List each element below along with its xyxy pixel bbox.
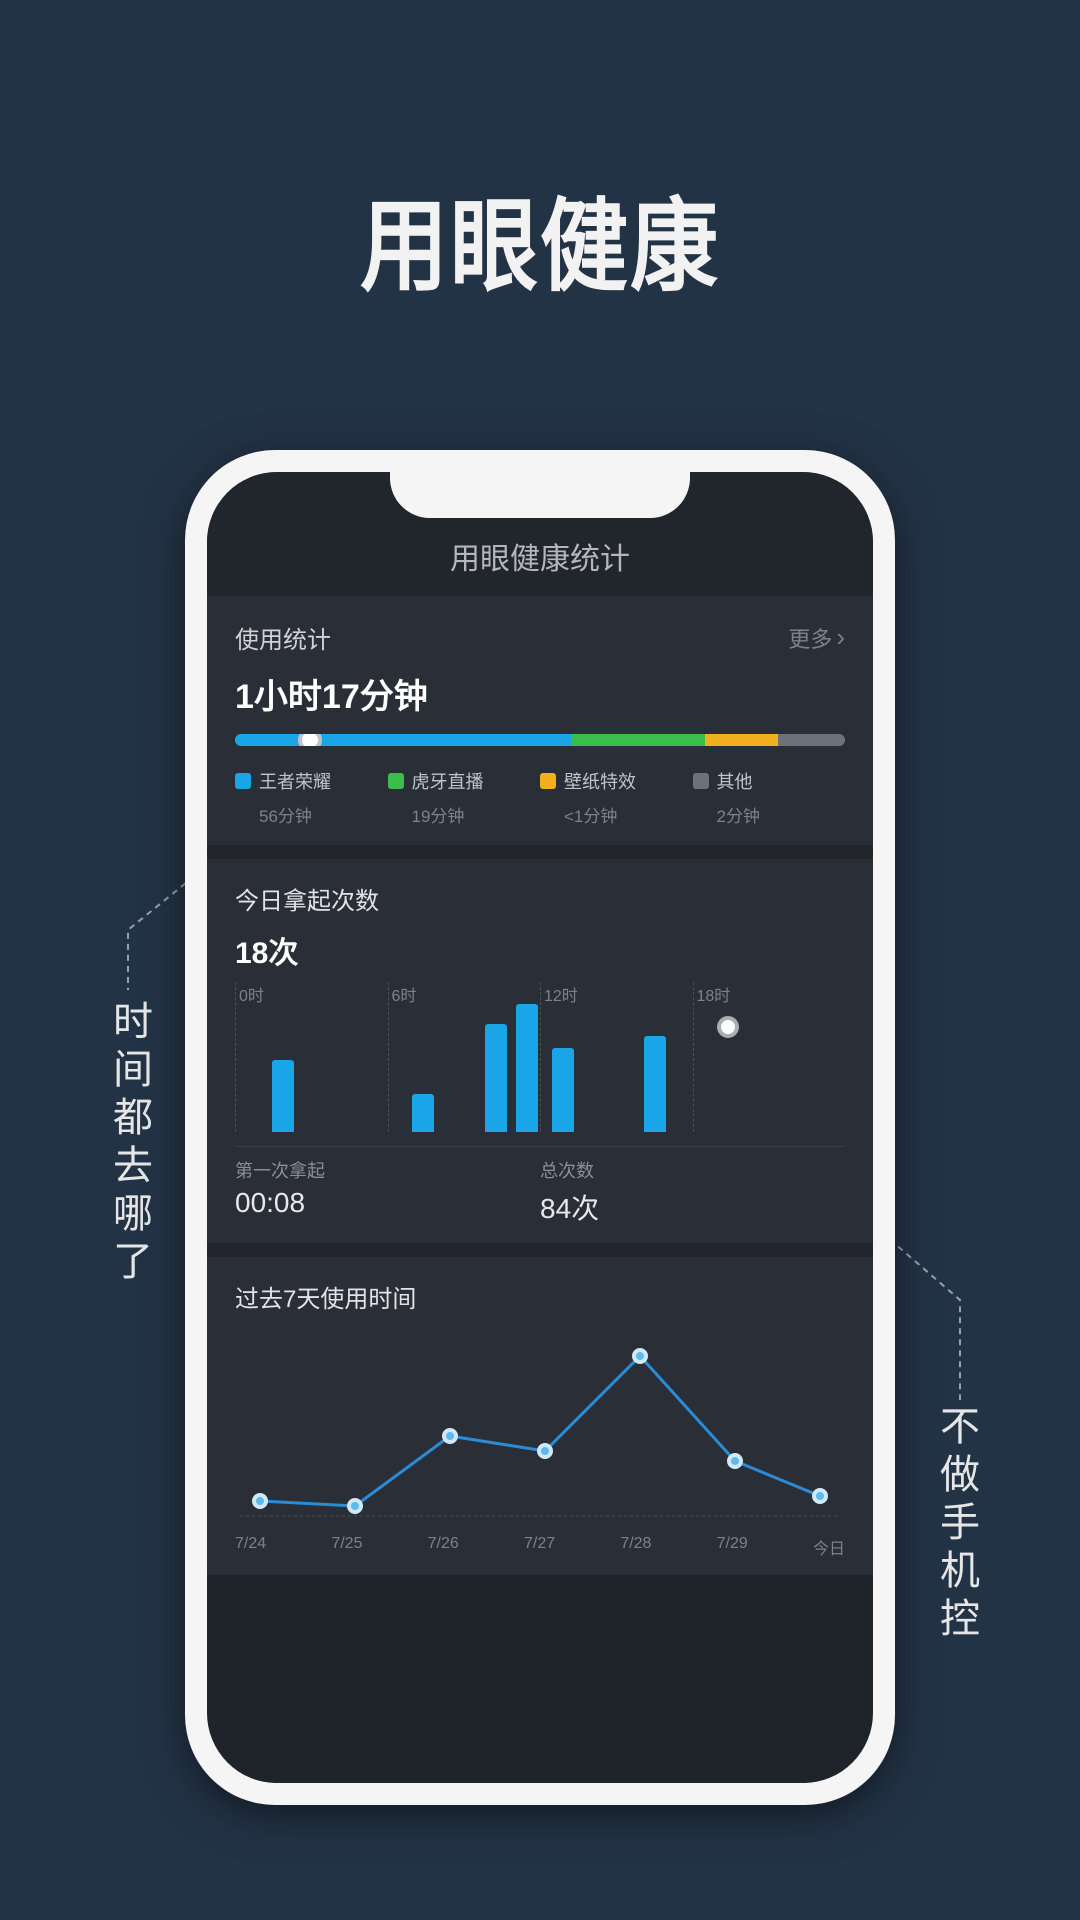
data-bar xyxy=(516,1004,538,1132)
tick-label: 0时 xyxy=(239,982,264,1006)
more-text: 更多 xyxy=(788,622,832,654)
xlabel: 7/24 xyxy=(235,1535,266,1559)
xlabel: 7/29 xyxy=(717,1535,748,1559)
phone-screen: 用眼健康统计 使用统计 更多 1小时17分钟 王者荣耀 xyxy=(207,472,873,1783)
xlabel: 7/28 xyxy=(620,1535,651,1559)
seven-day-line-chart[interactable] xyxy=(235,1326,845,1526)
data-bar xyxy=(485,1024,507,1132)
swatch-icon xyxy=(388,773,404,789)
stat-value: 00:08 xyxy=(235,1187,540,1219)
stat-value: 84次 xyxy=(540,1187,845,1227)
seven-day-title: 过去7天使用时间 xyxy=(235,1279,845,1314)
legend-value: 2分钟 xyxy=(717,802,846,827)
usage-progress-bar[interactable] xyxy=(235,734,845,746)
legend-name: 其他 xyxy=(717,768,753,794)
usage-label: 使用统计 xyxy=(235,620,331,655)
legend-value: <1分钟 xyxy=(564,802,693,827)
phone-mockup: 用眼健康统计 使用统计 更多 1小时17分钟 王者荣耀 xyxy=(185,450,895,1805)
legend-item: 其他 2分钟 xyxy=(693,768,846,827)
xlabel: 7/26 xyxy=(428,1535,459,1559)
data-bar xyxy=(644,1036,666,1132)
side-caption-right: 不做手机控 xyxy=(927,1405,985,1645)
chevron-right-icon xyxy=(836,622,845,653)
chart-highlight-dot-icon[interactable] xyxy=(717,1016,739,1038)
tick-label: 12时 xyxy=(544,982,578,1006)
seven-day-card: 过去7天使用时间 7/24 7/25 7/26 7/27 7/28 7/29 今… xyxy=(207,1257,873,1575)
data-bar xyxy=(552,1048,574,1132)
pickup-count: 18次 xyxy=(235,928,845,972)
side-caption-left: 时间都去哪了 xyxy=(100,1000,158,1288)
pickup-stats-row: 第一次拿起 00:08 总次数 84次 xyxy=(235,1146,845,1227)
legend-name: 王者荣耀 xyxy=(259,768,331,794)
stat-label: 总次数 xyxy=(540,1157,845,1183)
legend-value: 56分钟 xyxy=(259,802,388,827)
progress-seg-3 xyxy=(778,734,845,746)
usage-legend: 王者荣耀 56分钟 虎牙直播 19分钟 壁纸特效 <1分钟 其他 2分钟 xyxy=(235,768,845,827)
xlabel: 7/25 xyxy=(331,1535,362,1559)
legend-name: 虎牙直播 xyxy=(412,768,484,794)
swatch-icon xyxy=(235,773,251,789)
page-title: 用眼健康 xyxy=(0,165,1080,311)
progress-seg-2 xyxy=(705,734,778,746)
xlabel: 7/27 xyxy=(524,1535,555,1559)
stat-first-pickup: 第一次拿起 00:08 xyxy=(235,1157,540,1227)
stat-total-pickup: 总次数 84次 xyxy=(540,1157,845,1227)
pickup-bar-chart[interactable]: 0时 6时 12时 18时 xyxy=(235,982,845,1132)
data-bar xyxy=(272,1060,294,1132)
phone-notch xyxy=(390,472,690,518)
swatch-icon xyxy=(540,773,556,789)
slider-handle-icon[interactable] xyxy=(298,734,322,746)
legend-name: 壁纸特效 xyxy=(564,768,636,794)
pickup-title: 今日拿起次数 xyxy=(235,881,845,916)
legend-value: 19分钟 xyxy=(412,802,541,827)
seven-day-xlabels: 7/24 7/25 7/26 7/27 7/28 7/29 今日 xyxy=(235,1531,845,1563)
total-usage-time: 1小时17分钟 xyxy=(235,669,845,718)
xlabel: 今日 xyxy=(813,1535,845,1559)
stat-label: 第一次拿起 xyxy=(235,1157,540,1183)
tick-label: 6时 xyxy=(392,982,417,1006)
legend-item: 王者荣耀 56分钟 xyxy=(235,768,388,827)
pickup-card: 今日拿起次数 18次 0时 6时 12时 18时 xyxy=(207,859,873,1243)
more-link[interactable]: 更多 xyxy=(788,622,845,654)
usage-card: 使用统计 更多 1小时17分钟 王者荣耀 56分钟 xyxy=(207,596,873,845)
data-bar xyxy=(412,1094,434,1132)
swatch-icon xyxy=(693,773,709,789)
legend-item: 虎牙直播 19分钟 xyxy=(388,768,541,827)
tick-label: 18时 xyxy=(697,982,731,1006)
progress-seg-1 xyxy=(571,734,705,746)
progress-seg-0 xyxy=(235,734,571,746)
legend-item: 壁纸特效 <1分钟 xyxy=(540,768,693,827)
